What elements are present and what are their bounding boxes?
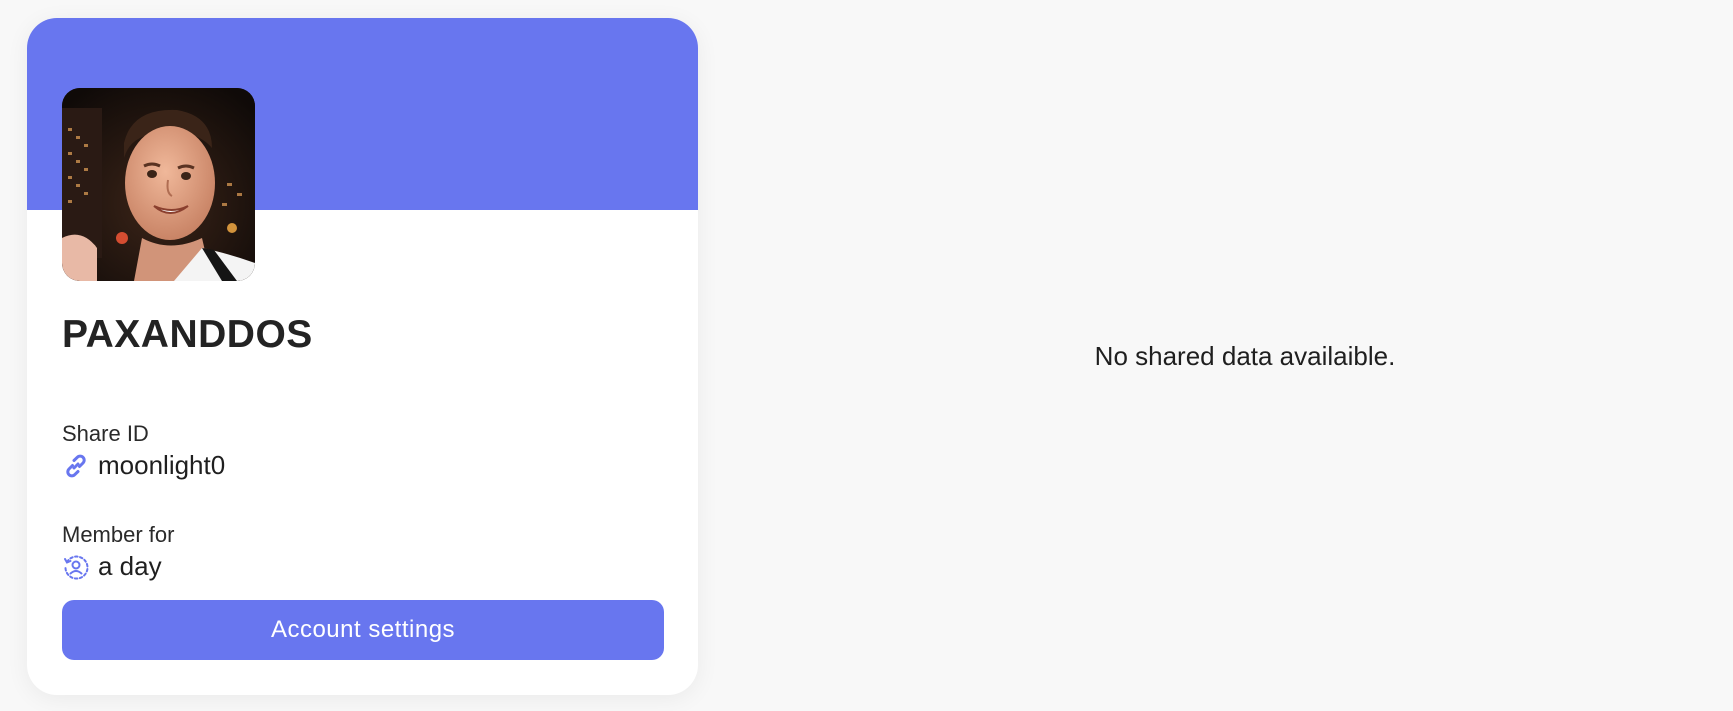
avatar <box>62 88 255 281</box>
member-for-value: a day <box>98 551 162 581</box>
member-for-row: a day <box>62 551 162 582</box>
member-for-label: Member for <box>62 522 175 547</box>
username: PAXANDDOS <box>62 313 313 356</box>
account-settings-button[interactable]: Account settings <box>62 600 664 660</box>
share-id-label: Share ID <box>62 421 149 446</box>
profile-card: PAXANDDOS Share ID moonlight0 Member for… <box>27 18 698 695</box>
link-icon <box>62 452 90 480</box>
user-clock-icon <box>62 553 90 581</box>
empty-state-message: No shared data availaible. <box>1094 341 1396 371</box>
share-id-row: moonlight0 <box>62 450 225 481</box>
share-id-value[interactable]: moonlight0 <box>98 450 225 481</box>
